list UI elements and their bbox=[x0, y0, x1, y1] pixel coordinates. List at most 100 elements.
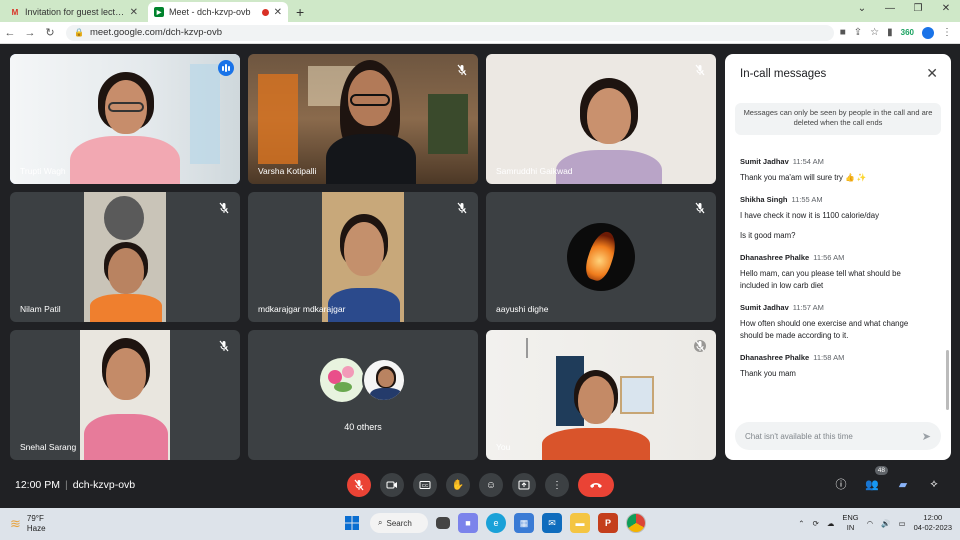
task-view-icon[interactable] bbox=[436, 517, 450, 529]
message-time: 11:57 AM bbox=[792, 303, 824, 312]
message-text: Thank you ma'am will sure try 👍 ✨ bbox=[740, 173, 867, 182]
close-window-icon[interactable]: ✕ bbox=[932, 0, 960, 20]
chat-message: Dhanashree Phalke 11:58 AM Thank you mam bbox=[740, 353, 930, 380]
info-icon: ⓘ bbox=[835, 479, 847, 491]
back-icon[interactable]: ← bbox=[0, 27, 20, 39]
participant-tile[interactable]: Samruddhi Gaikwad bbox=[486, 54, 716, 184]
region-code: IN bbox=[846, 523, 855, 532]
reactions-button[interactable]: ☺ bbox=[479, 473, 503, 497]
message-text: How often should one exercise and what c… bbox=[740, 319, 909, 340]
participant-tile[interactable]: Trupti Wagh bbox=[10, 54, 240, 184]
wifi-icon[interactable]: ◠ bbox=[867, 519, 874, 528]
clock-time: 12:00 bbox=[923, 513, 943, 522]
menu-kebab-icon[interactable]: ⋮ bbox=[942, 27, 952, 38]
taskbar-clock[interactable]: 12:00 04-02-2023 bbox=[914, 513, 952, 533]
file-explorer-icon[interactable]: ▬ bbox=[570, 513, 590, 533]
sidebar-icon[interactable]: ▮ bbox=[887, 27, 893, 38]
edge-icon[interactable]: e bbox=[486, 513, 506, 533]
chat-scrollbar[interactable] bbox=[946, 350, 949, 410]
weather-widget[interactable]: ≋ 79°F Haze bbox=[10, 514, 46, 534]
sync-icon[interactable]: ⟳ bbox=[813, 519, 819, 528]
search-label: Search bbox=[386, 518, 412, 528]
participant-video bbox=[84, 192, 166, 322]
lock-icon: 🔒 bbox=[74, 28, 84, 37]
message-sender: Dhanashree Phalke bbox=[740, 353, 810, 362]
speaking-indicator-icon bbox=[218, 60, 234, 76]
activities-icon: ⟡ bbox=[930, 477, 938, 490]
meeting-controls-bar: 12:00 PM | dch-kzvp-ovb CC ✋ ☺ ⋮ ⓘ 👥 48 … bbox=[0, 466, 960, 508]
battery-icon[interactable]: ▭ bbox=[899, 519, 906, 528]
close-panel-icon[interactable]: ✕ bbox=[926, 65, 938, 82]
others-avatar bbox=[362, 358, 406, 402]
muted-mic-icon bbox=[457, 64, 467, 76]
send-icon: ➤ bbox=[921, 430, 931, 443]
message-text: I have check it now it is 1100 calorie/d… bbox=[740, 211, 879, 220]
participant-tile[interactable]: aayushi dighe bbox=[486, 192, 716, 322]
people-button[interactable]: 👥 48 bbox=[864, 466, 888, 492]
share-icon[interactable]: ⇪ bbox=[854, 27, 862, 38]
gmail-icon: M bbox=[11, 7, 19, 17]
mic-off-icon bbox=[354, 479, 364, 491]
tray-overflow-icon[interactable]: ⌃ bbox=[798, 519, 804, 528]
tab-meet[interactable]: ▶ Meet - dch-kzvp-ovb ✕ bbox=[148, 2, 288, 22]
leave-call-button[interactable] bbox=[578, 473, 614, 497]
url-field[interactable]: 🔒 meet.google.com/dch-kzvp-ovb bbox=[66, 24, 834, 41]
url-text: meet.google.com/dch-kzvp-ovb bbox=[89, 27, 222, 38]
participant-tile[interactable]: Nilam Patil bbox=[10, 192, 240, 322]
participant-tile[interactable]: Snehal Sarang bbox=[10, 330, 240, 460]
others-count: 40 others bbox=[344, 422, 382, 432]
chat-input-placeholder: Chat isn't available at this time bbox=[745, 431, 853, 441]
forward-icon[interactable]: → bbox=[20, 27, 40, 39]
raise-hand-button[interactable]: ✋ bbox=[446, 473, 470, 497]
chat-button[interactable]: ▰ bbox=[895, 476, 911, 492]
onedrive-icon[interactable]: ☁ bbox=[827, 519, 835, 528]
taskbar-search[interactable]: ⌕ Search bbox=[370, 513, 428, 533]
minimize-icon[interactable]: — bbox=[876, 0, 904, 20]
message-text: Thank you mam bbox=[740, 369, 796, 378]
participant-tile[interactable]: mdkarajgar mdkarajgar bbox=[248, 192, 478, 322]
activities-button[interactable]: ⟡ bbox=[926, 476, 942, 492]
captions-button[interactable]: CC bbox=[413, 473, 437, 497]
microphone-toggle-button[interactable] bbox=[347, 473, 371, 497]
reload-icon[interactable]: ↻ bbox=[40, 26, 60, 39]
teams-chat-icon[interactable]: ■ bbox=[458, 513, 478, 533]
camera-toggle-button[interactable] bbox=[380, 473, 404, 497]
profile-avatar-icon[interactable] bbox=[922, 26, 934, 39]
present-screen-button[interactable] bbox=[512, 473, 536, 497]
tab-title: Meet - dch-kzvp-ovb bbox=[169, 7, 251, 17]
participant-name: Samruddhi Gaikwad bbox=[496, 166, 573, 176]
emoji-icon: ☺ bbox=[485, 479, 497, 491]
store-icon[interactable]: ▦ bbox=[514, 513, 534, 533]
new-tab-button[interactable]: + bbox=[296, 4, 304, 20]
self-view-tile[interactable]: You bbox=[486, 330, 716, 460]
extension-360-icon[interactable]: 360 bbox=[901, 28, 914, 37]
bookmark-star-icon[interactable]: ☆ bbox=[870, 27, 879, 38]
muted-mic-icon bbox=[219, 202, 229, 214]
participant-count-badge: 48 bbox=[874, 466, 888, 475]
message-time: 11:56 AM bbox=[813, 253, 845, 262]
mail-icon[interactable]: ✉ bbox=[542, 513, 562, 533]
tab-search-icon[interactable]: ⌄ bbox=[848, 0, 876, 20]
start-button[interactable] bbox=[342, 513, 362, 533]
close-tab-icon[interactable]: ✕ bbox=[130, 7, 138, 18]
camera-in-use-icon[interactable]: ■ bbox=[840, 27, 846, 38]
windows-icon bbox=[345, 516, 359, 530]
chrome-icon[interactable] bbox=[626, 513, 646, 533]
close-tab-icon[interactable]: ✕ bbox=[274, 7, 282, 18]
message-time: 11:55 AM bbox=[791, 195, 823, 204]
speaker-icon[interactable]: 🔊 bbox=[881, 519, 890, 528]
input-language[interactable]: ENG IN bbox=[842, 513, 858, 533]
others-tile[interactable]: 40 others bbox=[248, 330, 478, 460]
chat-message-list: Sumit Jadhav 11:54 AM Thank you ma'am wil… bbox=[740, 157, 930, 391]
search-icon: ⌕ bbox=[378, 518, 383, 527]
more-options-button[interactable]: ⋮ bbox=[545, 473, 569, 497]
chat-input[interactable]: Chat isn't available at this time ➤ bbox=[735, 422, 941, 450]
powerpoint-icon[interactable]: P bbox=[598, 513, 618, 533]
participant-video bbox=[80, 330, 170, 460]
tab-gmail[interactable]: M Invitation for guest lecture at D.Y. ✕ bbox=[4, 2, 144, 22]
participant-tile[interactable]: Varsha Kotipalli bbox=[248, 54, 478, 184]
meeting-details-button[interactable]: ⓘ bbox=[833, 476, 849, 492]
hang-up-icon bbox=[590, 483, 602, 488]
restore-icon[interactable]: ❐ bbox=[904, 0, 932, 20]
browser-actions: ■ ⇪ ☆ ▮ 360 ⋮ bbox=[840, 26, 960, 39]
